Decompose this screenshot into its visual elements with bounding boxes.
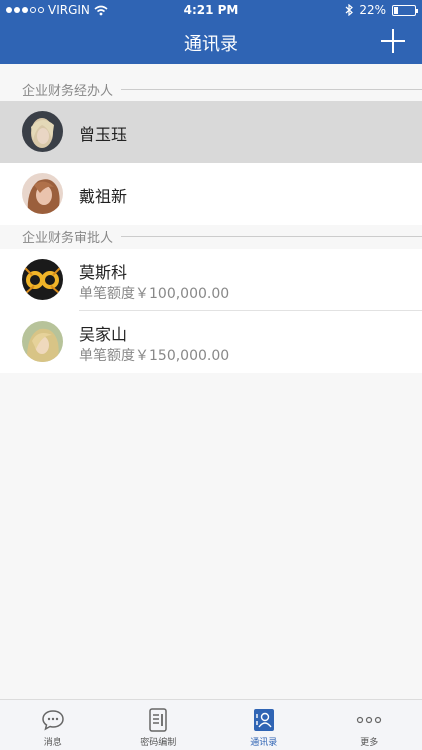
status-right-group: 22% (345, 3, 418, 17)
section-divider (121, 235, 422, 237)
contact-quota: 单笔额度￥100,000.00 (79, 286, 230, 302)
avatar (22, 173, 63, 214)
tab-more[interactable]: 更多 (317, 700, 422, 750)
tab-contacts[interactable]: 通讯录 (211, 700, 317, 750)
section-header-approvers: 企业财务审批人 (0, 225, 422, 247)
battery-percent: 22% (359, 3, 386, 17)
tab-password-setup[interactable]: 密码编制 (106, 700, 212, 750)
tab-label: 密码编制 (140, 738, 177, 748)
status-bar: VIRGIN 4:21 PM 22% (0, 0, 422, 20)
more-dots-icon (356, 707, 382, 733)
contact-row[interactable]: 吴家山 单笔额度￥150,000.00 (0, 311, 422, 373)
contact-row[interactable]: 曾玉珏 (0, 101, 422, 163)
battery-icon (392, 4, 418, 16)
avatar (22, 111, 63, 152)
contact-row[interactable]: 戴祖新 (0, 163, 422, 225)
bluetooth-icon (345, 4, 354, 16)
section-title: 企业财务经办人 (22, 83, 114, 99)
avatar (22, 259, 63, 300)
avatar (22, 321, 63, 362)
tab-label: 更多 (360, 738, 379, 748)
section-divider (121, 88, 422, 90)
tab-bar: 消息 密码编制 通讯录 更多 (0, 699, 422, 750)
contact-name: 曾玉珏 (79, 125, 128, 144)
section-header-handlers: 企业财务经办人 (0, 78, 422, 100)
contacts-icon (251, 707, 277, 733)
contact-name: 戴祖新 (79, 187, 128, 206)
tab-messages[interactable]: 消息 (0, 700, 106, 750)
page-title: 通讯录 (184, 34, 238, 55)
add-contact-button[interactable] (378, 26, 408, 56)
contact-row[interactable]: 莫斯科 单笔额度￥100,000.00 (0, 249, 422, 311)
contact-name: 莫斯科 (79, 263, 128, 282)
document-icon (145, 707, 171, 733)
tab-label: 通讯录 (250, 738, 278, 748)
contact-quota: 单笔额度￥150,000.00 (79, 348, 230, 364)
tab-label: 消息 (43, 738, 62, 748)
chat-bubble-icon (40, 707, 66, 733)
contact-name: 吴家山 (79, 325, 128, 344)
section-title: 企业财务审批人 (22, 230, 114, 246)
nav-bar: 通讯录 (0, 20, 422, 64)
